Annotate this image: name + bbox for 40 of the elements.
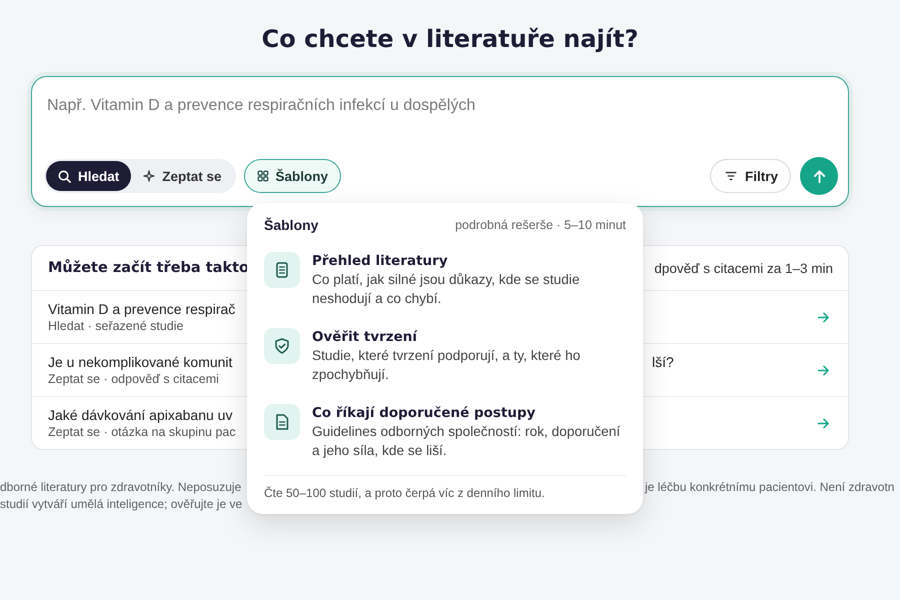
suggestion-subtitle: Hledat · seřazené studie: [48, 318, 184, 334]
search-icon: [58, 170, 71, 182]
page-heading: Co chcete v literatuře najít?: [262, 24, 638, 54]
disclaimer-text: dborné literatury pro zdravotníky. Neposuzuje: [0, 479, 242, 496]
mode-tab[interactable]: Hledat: [46, 161, 132, 191]
menu-title: Šablony: [264, 217, 318, 233]
templates-button[interactable]: Šablony: [244, 159, 342, 193]
template-title[interactable]: Ověřit tvrzení: [312, 328, 418, 346]
suggestion-subtitle: Zeptat se · otázka na skupinu pac: [48, 424, 236, 440]
document-icon[interactable]: [264, 252, 300, 288]
search-box[interactable]: Např. Vitamin D a prevence respiračních infekcí u dospělých Hledat Zeptat se Šablony Filtry: [31, 76, 849, 207]
suggestion-title-end: lší?: [652, 354, 674, 370]
suggestion-title[interactable]: Je u nekomplikované komunit: [48, 354, 232, 370]
arrow-right-icon[interactable]: [816, 364, 830, 376]
suggestion-subtitle: Zeptat se · odpověď s citacemi: [48, 370, 219, 386]
arrow-right-icon[interactable]: [816, 418, 830, 428]
template-title[interactable]: Co říkají doporučené postupy: [312, 404, 536, 422]
card-title: Můžete začít třeba takto: [48, 260, 249, 276]
template-title[interactable]: Přehled literatury: [312, 252, 448, 270]
menu-footer-note: Čte 50–100 studií, a proto čerpá víc z denního limitu.: [264, 475, 626, 501]
suggestion-title[interactable]: Jaké dávkování apixabanu uv: [48, 406, 232, 424]
send-button[interactable]: [800, 157, 838, 195]
grid-icon: [256, 170, 269, 182]
mode-tab[interactable]: Zeptat se: [131, 161, 234, 191]
shield-check-icon[interactable]: [264, 328, 300, 364]
suggestion-title[interactable]: Vitamin D a prevence respirač: [48, 300, 236, 318]
arrow-right-icon[interactable]: [816, 312, 830, 322]
menu-note: podrobná rešerše · 5–10 minut: [455, 218, 626, 232]
filter-icon: [724, 170, 737, 182]
document-icon[interactable]: [264, 404, 300, 440]
filters-button[interactable]: Filtry: [710, 159, 791, 193]
template-description: Co platí, jak silné jsou důkazy, kde se studie neshodují a co chybí.: [312, 271, 581, 308]
disclaimer-text: je léčbu konkrétnímu pacientovi. Není zdravotn: [645, 479, 894, 496]
card-note: dpověď s citacemi za 1–3 min: [654, 260, 833, 276]
arrow-up-icon: [812, 168, 826, 184]
template-description: Studie, které tvrzení podporují, a ty, které ho zpochybňují.: [312, 347, 582, 384]
disclaimer-text: studií vytváří umělá inteligence; ověřujte je ve: [0, 496, 242, 513]
template-description: Guidelines odborných společností: rok, doporučení a jeho síla, kde se liší.: [312, 423, 622, 460]
query-field[interactable]: Např. Vitamin D a prevence respiračních infekcí u dospělých: [44, 92, 838, 154]
sparkle-icon: [143, 170, 156, 182]
